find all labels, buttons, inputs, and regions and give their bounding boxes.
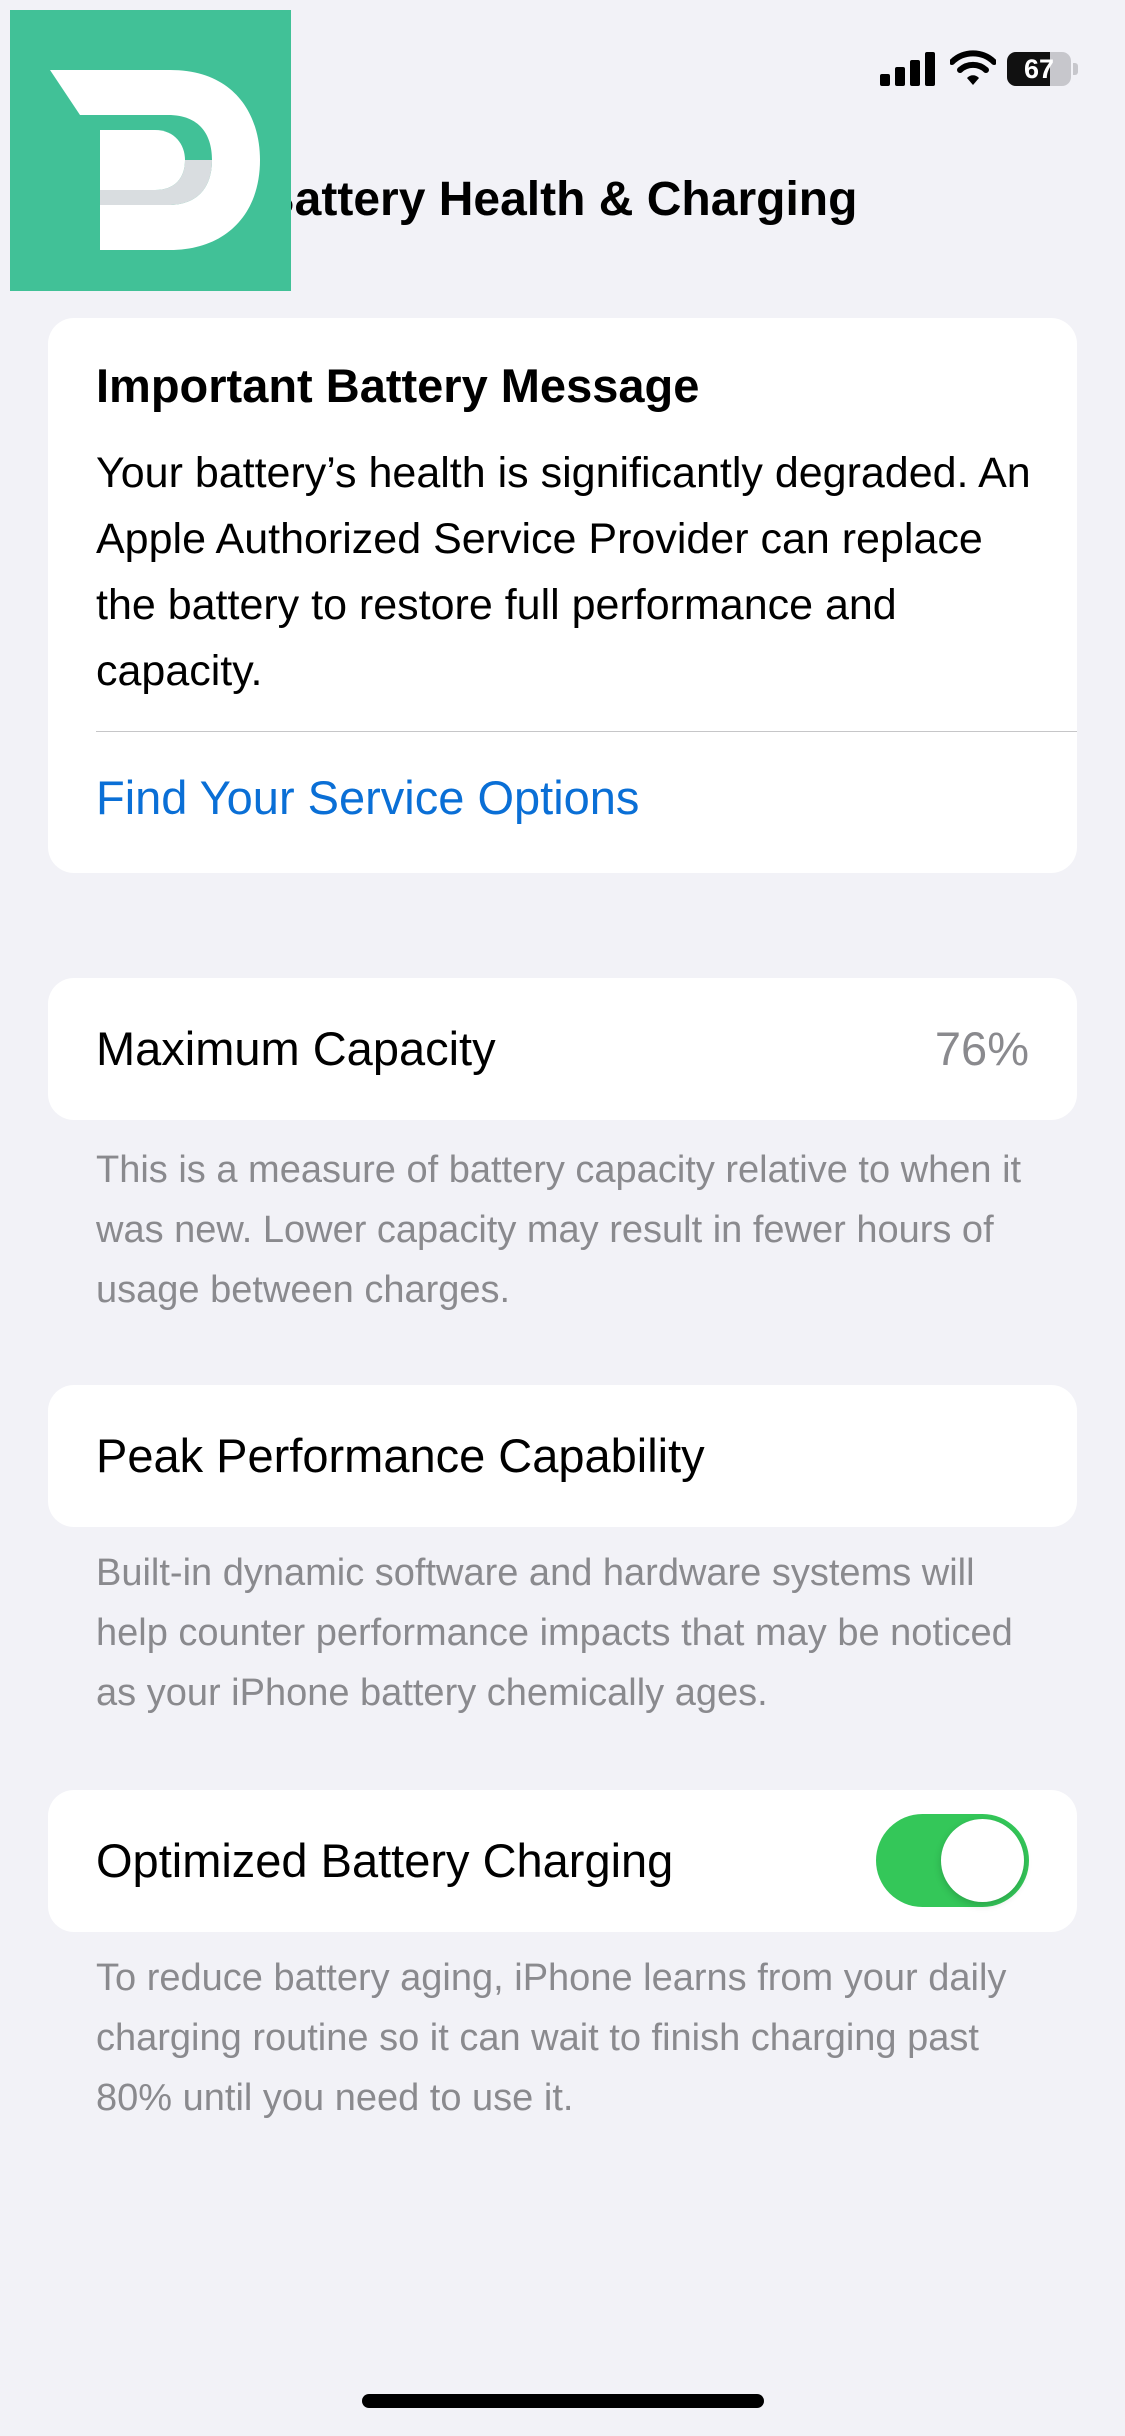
peak-performance-footnote: Built-in dynamic software and hardware s… <box>96 1552 1013 1714</box>
battery-icon: 67 <box>1007 52 1079 86</box>
battery-level: 67 <box>1023 54 1055 84</box>
maximum-capacity-value: 76% <box>934 1022 1029 1075</box>
battery-cap <box>1073 63 1078 75</box>
maximum-capacity-label: Maximum Capacity <box>96 1022 496 1075</box>
maximum-capacity-row: Maximum Capacity 76% <box>48 978 1077 1120</box>
peak-performance-label: Peak Performance Capability <box>96 1429 705 1482</box>
cellular-signal-icon <box>880 52 935 86</box>
page-title: Battery Health & Charging <box>260 173 858 226</box>
battery-message-body: Your battery’s health is significantly d… <box>96 449 1031 695</box>
wifi-icon <box>950 50 996 85</box>
toggle-knob <box>941 1819 1024 1902</box>
optimized-charging-toggle[interactable] <box>876 1814 1029 1907</box>
battery-message-title: Important Battery Message <box>96 359 700 412</box>
battery-message-card: Important Battery Message Your battery’s… <box>48 318 1077 873</box>
optimized-charging-label: Optimized Battery Charging <box>96 1834 674 1887</box>
battery-body: 67 <box>1007 52 1071 86</box>
logo <box>10 10 291 291</box>
maximum-capacity-footnote: This is a measure of battery capacity re… <box>96 1149 1022 1311</box>
find-service-options-link[interactable]: Find Your Service Options <box>96 766 996 830</box>
home-indicator[interactable] <box>362 2394 764 2408</box>
optimized-charging-row: Optimized Battery Charging <box>48 1790 1077 1932</box>
d-logo-icon <box>50 70 260 250</box>
divider <box>96 731 1077 732</box>
optimized-charging-footnote: To reduce battery aging, iPhone learns f… <box>96 1957 1007 2119</box>
peak-performance-row[interactable]: Peak Performance Capability <box>48 1385 1077 1527</box>
